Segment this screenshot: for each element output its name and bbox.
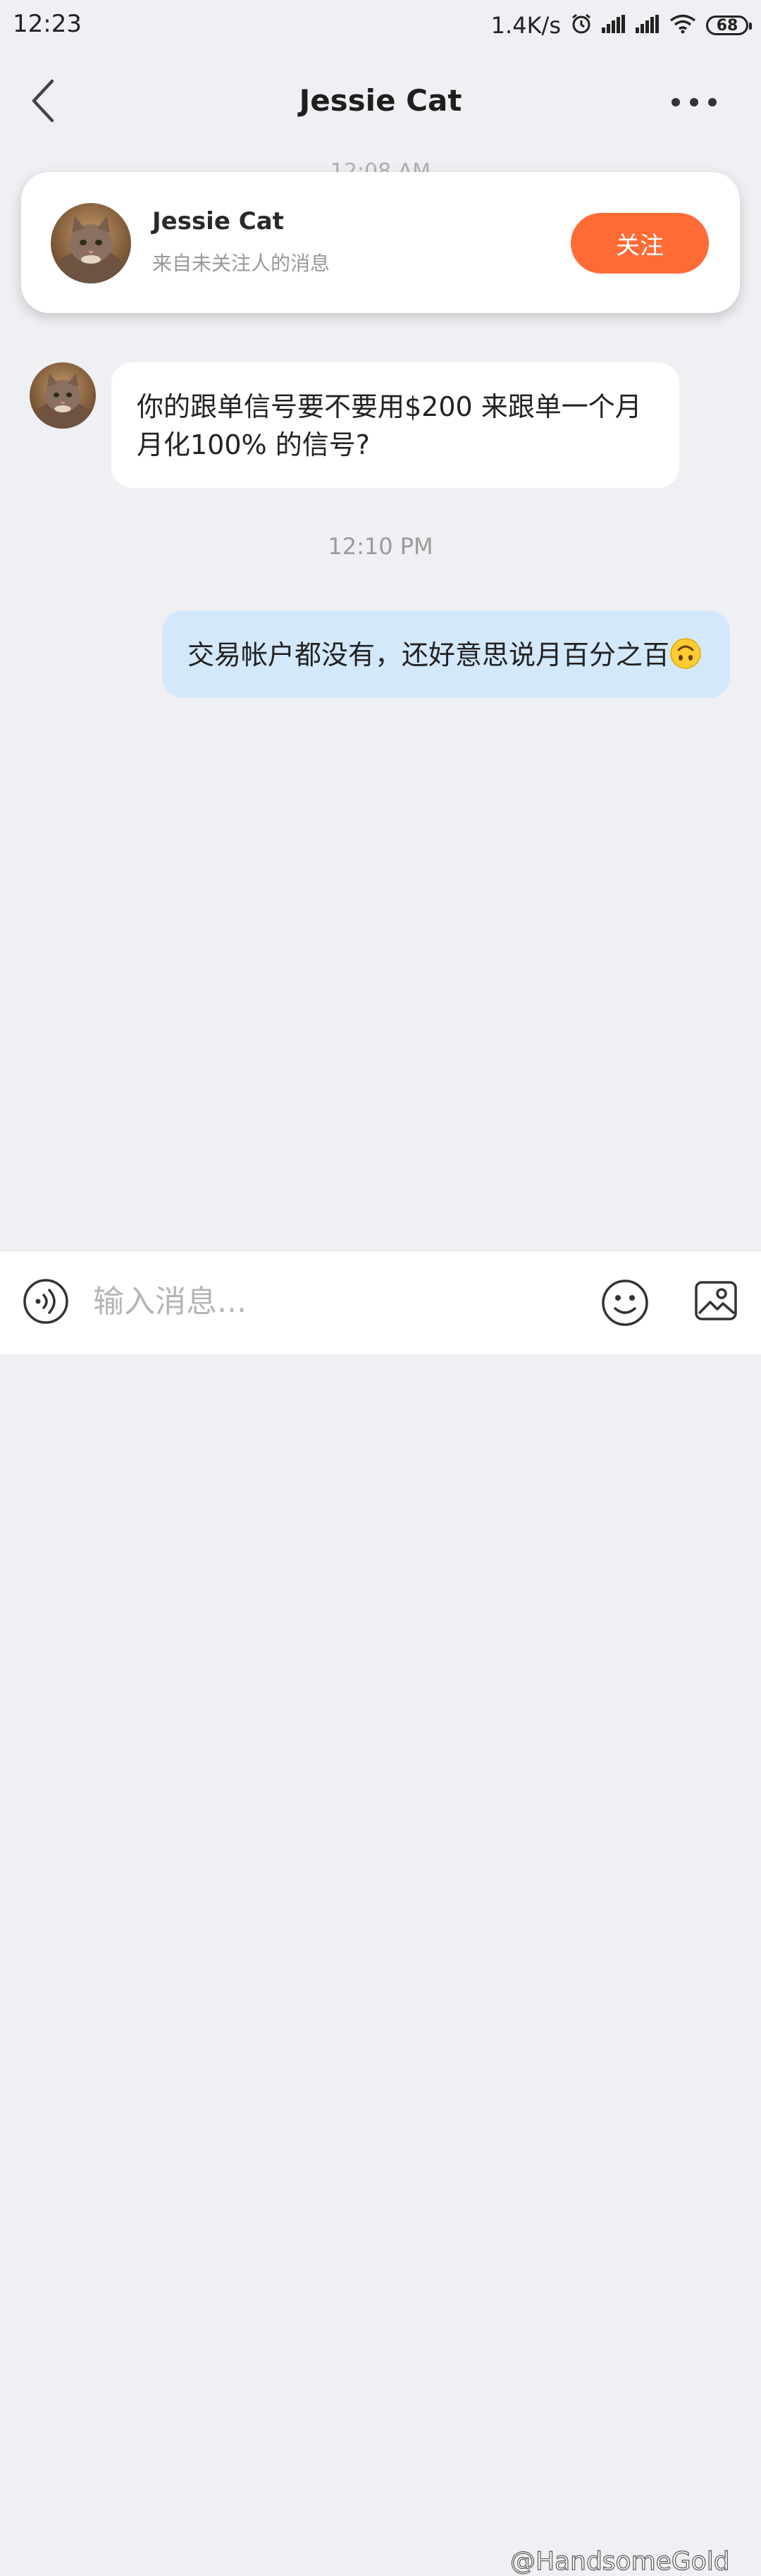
message-input-bar: @HandsomeGold: [0, 1251, 761, 2576]
avatar[interactable]: [30, 362, 96, 429]
status-bar: 12:23 1.4K/s 68: [0, 0, 761, 54]
more-dots-icon: [672, 98, 680, 106]
more-dots-icon: [690, 98, 698, 106]
battery-icon: 68: [706, 16, 752, 35]
message-input[interactable]: [92, 1272, 489, 1330]
emoji-button[interactable]: [600, 1278, 650, 1327]
status-time: 12:23: [13, 10, 82, 38]
message-text: 交易帐户都没有，还好意思说月百分之百: [187, 639, 670, 670]
card-subtitle: 来自未关注人的消息: [152, 252, 330, 275]
chat-header: Jessie Cat: [0, 63, 761, 141]
avatar[interactable]: [51, 203, 131, 283]
message-text: 你的跟单信号要不要用$200 来跟单一个月月化100% 的信号?: [137, 391, 642, 460]
message-timestamp: 12:10 PM: [328, 533, 433, 560]
wifi-icon: [669, 14, 696, 37]
incoming-message-bubble[interactable]: 你的跟单信号要不要用$200 来跟单一个月月化100% 的信号?: [111, 362, 679, 488]
follow-button[interactable]: 关注: [571, 213, 709, 274]
watermark: @HandsomeGold: [509, 2546, 730, 2576]
signal-icon: [636, 15, 660, 36]
upside-down-face-emoji: [669, 637, 702, 670]
more-button[interactable]: [655, 85, 733, 120]
smiley-icon: [602, 1280, 648, 1326]
image-button[interactable]: [693, 1278, 738, 1323]
outgoing-message-bubble[interactable]: 交易帐户都没有，还好意思说月百分之百: [162, 611, 730, 698]
voice-icon: [23, 1279, 68, 1324]
network-speed: 1.4K/s: [490, 12, 561, 39]
page-title: Jessie Cat: [299, 83, 462, 118]
alarm-icon: [571, 13, 592, 38]
more-dots-icon: [708, 98, 717, 106]
follow-card: Jessie Cat 来自未关注人的消息 关注: [21, 172, 740, 313]
status-icons: 1.4K/s 68: [490, 8, 752, 42]
image-icon: [695, 1281, 737, 1320]
card-user-name: Jessie Cat: [152, 207, 284, 235]
voice-button[interactable]: [23, 1278, 69, 1325]
signal-icon: [602, 15, 626, 36]
